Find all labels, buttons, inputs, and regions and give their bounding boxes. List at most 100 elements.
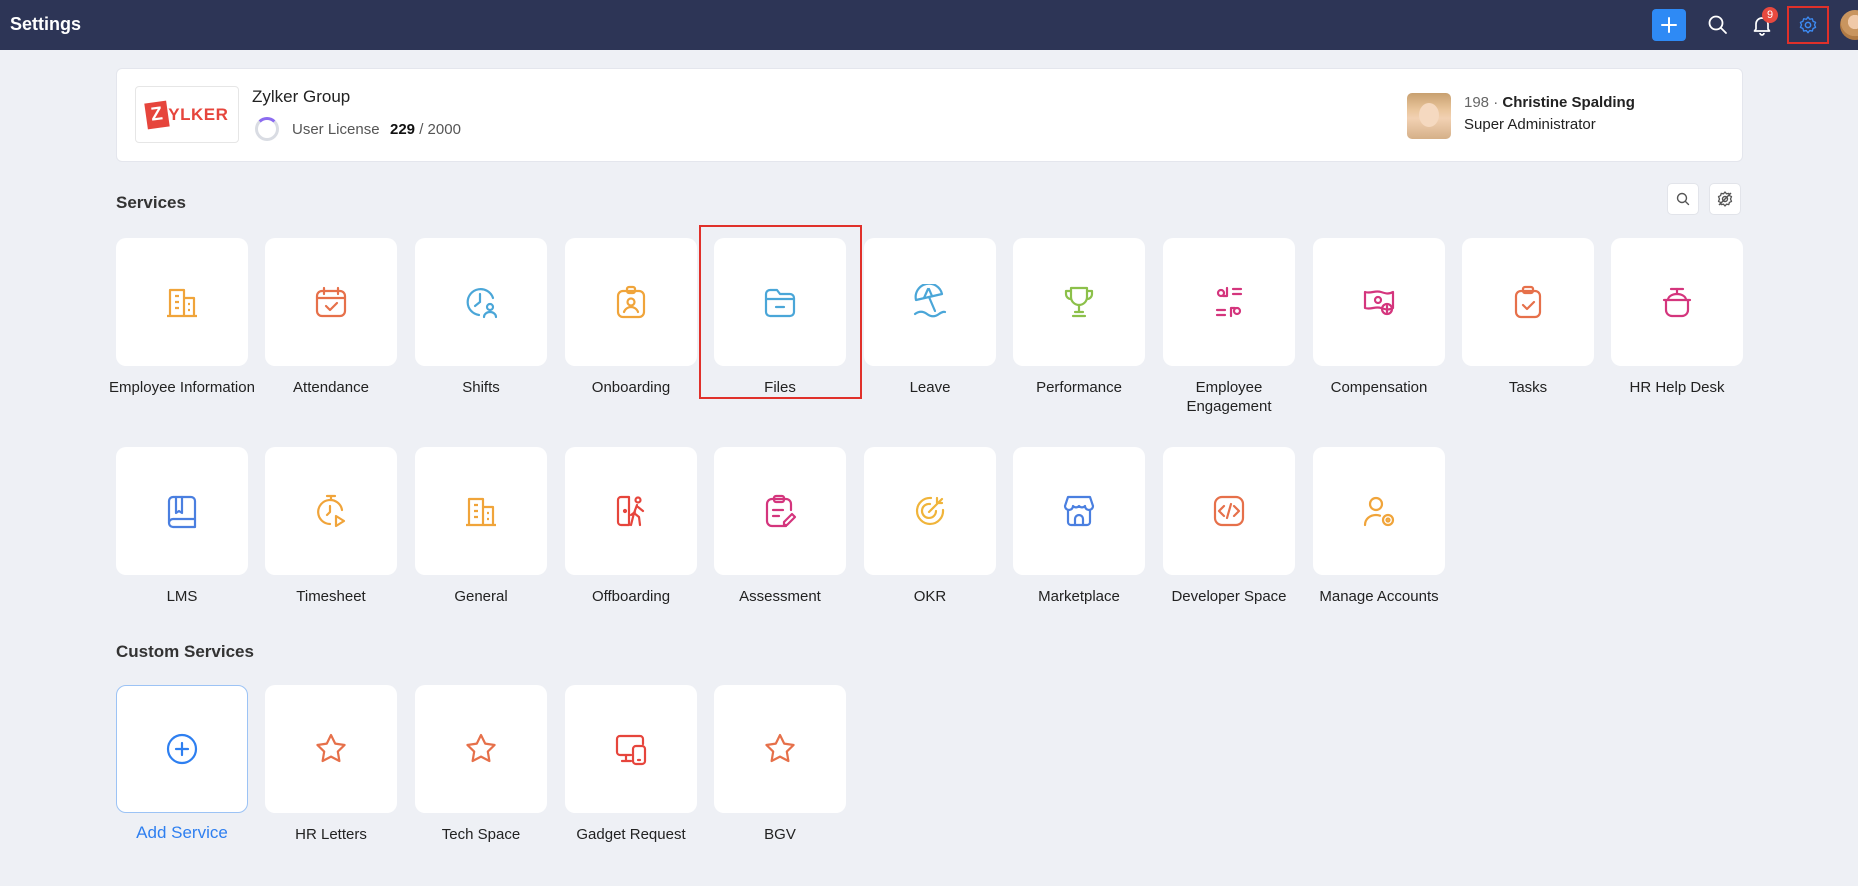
service-label: General [454,588,508,605]
search-icon [1676,192,1690,206]
user-gear-icon [1363,496,1395,527]
engagement-icon [1215,286,1243,318]
service-label: Timesheet [296,588,366,605]
settings-button[interactable] [1787,6,1829,44]
custom-service-tile-hr-letters[interactable] [265,685,397,813]
devices-icon [615,734,647,766]
user-identity: 198 · Christine Spalding [1464,94,1635,111]
service-label: Manage Accounts [1319,588,1439,605]
beach-umbrella-icon [913,284,947,318]
user-id: 198 [1464,94,1490,111]
user-photo [1407,93,1451,139]
clipboard-check-icon [1514,285,1542,319]
license-total: 2000 [427,121,461,138]
exit-door-icon [616,495,645,527]
add-button[interactable] [1652,9,1686,41]
service-label: Employee Information [109,379,255,396]
service-tile-performance[interactable] [1013,238,1145,366]
search-icon [1708,15,1727,34]
star-icon [765,733,795,763]
service-label: Assessment [739,588,821,605]
logo-text: YLKER [168,104,229,124]
user-avatar[interactable] [1840,10,1858,40]
service-label: Offboarding [591,588,671,605]
book-icon [167,495,197,529]
add-service-label[interactable]: Add Service [107,823,257,842]
license-used: 229 [390,121,416,138]
custom-service-tile-tech-space[interactable] [415,685,547,813]
calendar-check-icon [315,286,347,318]
service-tile-okr[interactable] [864,447,996,575]
target-icon [915,496,945,526]
customize-button[interactable] [1709,183,1741,215]
organization-name: Zylker Group [252,87,351,106]
custom-service-tile-bgv[interactable] [714,685,846,813]
user-name: Christine Spalding [1502,94,1635,111]
service-tile-onboarding[interactable] [565,238,697,366]
service-tile-manage-accounts[interactable] [1313,447,1445,575]
plus-circle-icon [166,733,198,765]
service-tile-compensation[interactable] [1313,238,1445,366]
folder-icon [764,288,796,318]
trophy-icon [1064,286,1094,318]
service-label: OKR [913,588,947,605]
custom-service-label: Gadget Request [576,826,686,843]
custom-service-label: HR Letters [295,826,367,843]
timer-play-icon [317,494,346,528]
service-tile-tasks[interactable] [1462,238,1594,366]
logo-initial: Z [143,100,169,129]
service-tile-marketplace[interactable] [1013,447,1145,575]
search-button[interactable] [1706,13,1730,37]
service-tile-files[interactable] [714,238,846,366]
building-icon [466,497,496,527]
service-tile-timesheet[interactable] [265,447,397,575]
license-count: 229 / 2000 [390,121,461,138]
custom-services-title: Custom Services [116,642,254,661]
services-search-button[interactable] [1667,183,1699,215]
help-desk-icon [1662,287,1692,318]
organization-card: Z YLKER Zylker Group User License 229 / … [116,68,1743,162]
service-label: Employee Engagement [1186,379,1272,415]
service-label: HR Help Desk [1629,379,1725,396]
money-icon [1363,290,1395,316]
service-label: Performance [1036,379,1122,396]
license-separator: / [415,121,428,138]
service-tile-hr-help-desk[interactable] [1611,238,1743,366]
service-label: Developer Space [1171,588,1287,605]
service-tile-developer-space[interactable] [1163,447,1295,575]
custom-service-label: BGV [764,826,796,843]
service-label: Leave [909,379,951,396]
service-label: Shifts [462,379,500,396]
service-tile-assessment[interactable] [714,447,846,575]
user-role: Super Administrator [1464,116,1596,133]
code-icon [1213,495,1245,527]
star-icon [316,733,346,763]
license-usage-ring [255,117,279,141]
id-badge-icon [616,285,646,319]
service-label: Compensation [1330,379,1428,396]
service-tile-offboarding[interactable] [565,447,697,575]
gear-slash-icon [1717,191,1733,207]
clock-user-icon [466,288,498,319]
store-icon [1063,495,1095,527]
service-tile-employee-information[interactable] [116,238,248,366]
custom-service-label: Tech Space [441,826,521,843]
service-tile-lms[interactable] [116,447,248,575]
service-tile-attendance[interactable] [265,238,397,366]
service-label: Tasks [1508,379,1548,396]
add-service-tile[interactable] [116,685,248,813]
company-logo: Z YLKER [135,86,239,143]
service-tile-leave[interactable] [864,238,996,366]
service-tile-general[interactable] [415,447,547,575]
page-title: Settings [10,14,82,34]
service-label: Marketplace [1038,588,1120,605]
service-tile-employee-engagement[interactable] [1163,238,1295,366]
star-icon [466,733,496,763]
custom-service-tile-gadget-request[interactable] [565,685,697,813]
service-label: LMS [166,588,198,605]
user-separator: · [1489,94,1503,111]
service-label: Onboarding [591,379,671,396]
service-tile-shifts[interactable] [415,238,547,366]
plus-icon [1661,17,1677,33]
building-icon [167,288,197,318]
